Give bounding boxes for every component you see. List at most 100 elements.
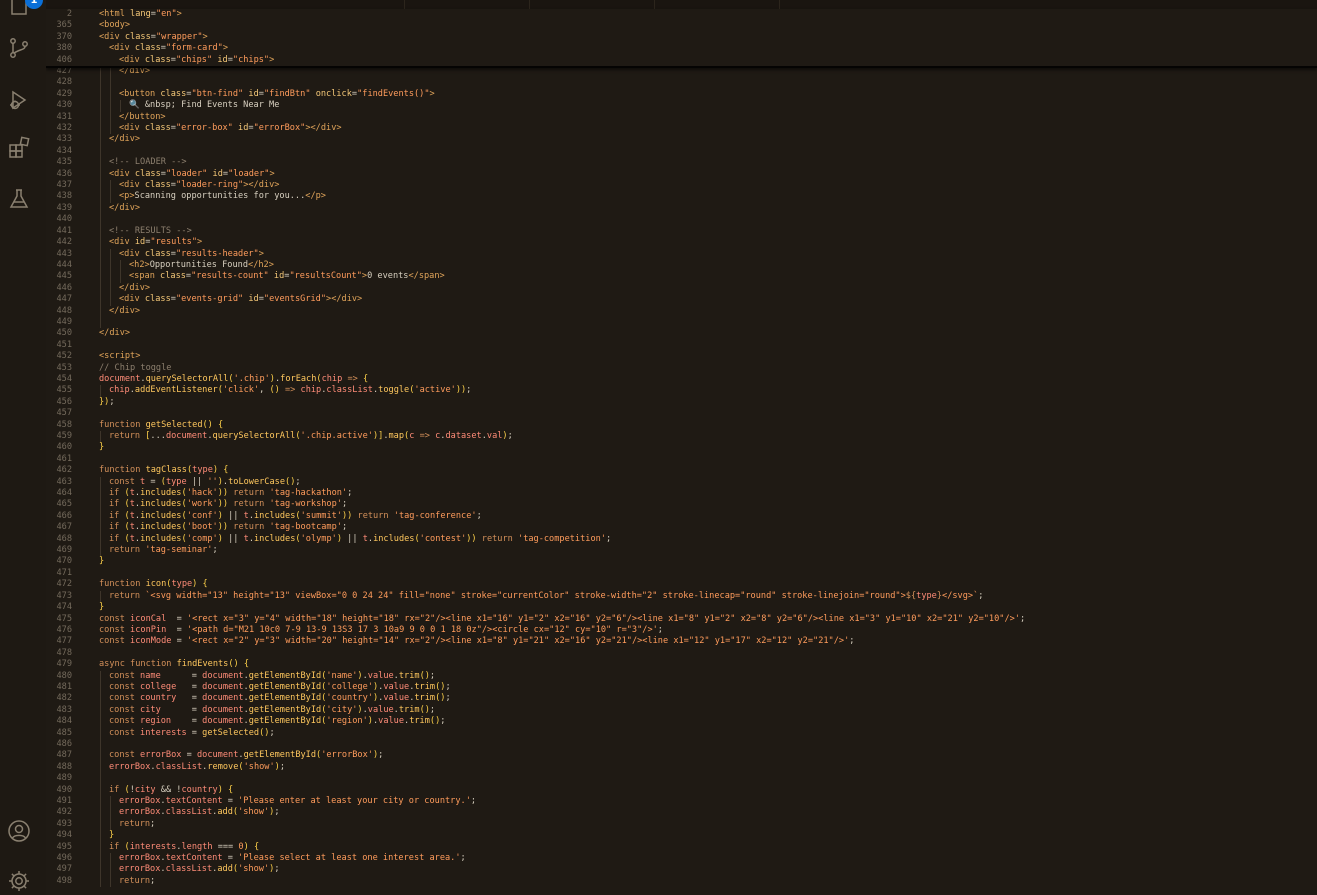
sticky-scroll-header[interactable]: 2 <html lang="en"> 365 <body> 370 <div class=… [46,9,1317,68]
code-line[interactable]: 463 const t = (type || '').toLowerCase(); [46,476,1317,489]
run-debug-icon[interactable] [7,88,31,112]
code-token: includes [373,533,415,544]
code-token: ; [849,636,855,647]
code-line[interactable]: 432 <div class="error-box" id="errorBox">… [46,123,1317,135]
code-line[interactable]: 485 const interests = getSelected(); [46,727,1317,739]
code-line[interactable]: 495 if (interests.length === 0) { [46,841,1317,854]
code-token: "errorBox" [253,123,306,134]
code-token: 🔍 &nbsp; Find Events Near Me [129,100,280,111]
code-line[interactable]: 440 [46,214,1317,226]
code-line[interactable]: 431 </button> [46,111,1317,124]
code-line[interactable]: 487 const errorBox = document.getElementB… [46,750,1317,762]
code-line[interactable]: 441 <!-- RESULTS --> [46,225,1317,238]
code-text: const city = document.getElementById('ci… [109,705,435,716]
code-line[interactable]: 473 return `<svg width="13" height="13" v… [46,590,1317,603]
code-line[interactable]: 461 [46,454,1317,465]
explorer-icon[interactable]: 1 [7,0,43,16]
code-line[interactable]: 434 [46,145,1317,158]
code-line[interactable]: 457 [46,408,1317,419]
code-line[interactable]: 444 <h2>Opportunities Found</h2> [46,259,1317,272]
code-line[interactable]: 471 [46,568,1317,579]
code-line[interactable]: 455 chip.addEventListener('click', () => … [46,385,1317,397]
code-line[interactable]: 442 <div id="results"> [46,237,1317,249]
code-line[interactable]: 488 errorBox.classList.remove('show'); [46,761,1317,774]
code-line[interactable]: 469 return 'tag-seminar'; [46,545,1317,557]
code-line[interactable]: 445 <span class="results-count" id="resul… [46,271,1317,283]
code-line[interactable]: 443 <div class="results-header"> [46,248,1317,260]
code-line[interactable]: 494} [46,830,1317,842]
code-line[interactable]: 476 const iconPin = '<path d="M21 10c0 7-… [46,625,1317,636]
code-line[interactable]: 406 <div class="chips" id="chips"> [46,55,1317,66]
code-token: trim [414,693,436,704]
code-line[interactable]: 486 [46,738,1317,751]
code-line[interactable]: 474} [46,602,1317,613]
code-line[interactable]: 467 if (t.includes('boot')) return 'tag-b… [46,522,1317,534]
code-line[interactable]: 496 errorBox.textContent = 'Please select… [46,853,1317,865]
code-line[interactable]: 365 <body> [46,20,1317,31]
code-line[interactable]: 430 🔍 &nbsp; Find Events Near Me [46,100,1317,112]
code-line[interactable]: 450 </div> [46,328,1317,339]
code-line[interactable]: 478 [46,648,1317,659]
code-line[interactable]: 380 <div class="form-card"> [46,43,1317,54]
code-line[interactable]: 464 if (t.includes('hack')) return 'tag-h… [46,488,1317,500]
code-line[interactable]: 2 <html lang="en"> [46,9,1317,20]
code-line[interactable]: 492 errorBox.classList.add('show'); [46,807,1317,819]
code-line[interactable]: 429 <button class="btn-find" id="findBtn"… [46,88,1317,101]
code-line[interactable]: 477 const iconMode = '<rect x="2" y="3" w… [46,636,1317,647]
source-control-icon[interactable] [7,36,31,60]
indent-guide [100,693,101,705]
code-token: "resultsCount" [289,271,362,282]
code-line[interactable]: 482 const country = document.getElementBy… [46,693,1317,705]
indent-guide [110,88,111,101]
code-line[interactable]: 435 <!-- LOADER --> [46,157,1317,169]
code-line[interactable]: 483 const city = document.getElementById(… [46,704,1317,717]
code-line[interactable]: 370 <div class="wrapper"> [46,32,1317,43]
code-editor[interactable]: 2 <html lang="en"> 365 <body> 370 <div class=… [46,0,1317,895]
code-line[interactable]: 459 return [...document.querySelectorAll(… [46,431,1317,443]
code-line[interactable]: 498 return; [46,875,1317,888]
code-line[interactable]: 428 [46,77,1317,89]
account-icon[interactable] [7,819,31,843]
code-line[interactable]: 484 const region = document.getElementByI… [46,716,1317,728]
code-line[interactable]: 489 [46,773,1317,785]
code-line[interactable]: 493 return; [46,818,1317,831]
code-line[interactable]: 452 <script> [46,351,1317,362]
code-line[interactable]: 470} [46,556,1317,567]
code-line[interactable]: 446 </div> [46,282,1317,295]
code-line[interactable]: 466 if (t.includes('conf') || t.includes(… [46,510,1317,523]
code-line[interactable]: 447 <div class="events-grid" id="eventsGr… [46,294,1317,306]
code-line[interactable]: 462 function tagClass(type) { [46,465,1317,476]
code-line[interactable]: 465 if (t.includes('work')) return 'tag-w… [46,499,1317,511]
code-text: </div> [109,134,140,145]
code-line[interactable]: 475 const iconCal = '<rect x="3" y="4" wi… [46,614,1317,625]
code-line[interactable]: 472 function icon(type) { [46,579,1317,590]
testing-icon[interactable] [7,187,31,211]
code-line[interactable]: 454 document.querySelectorAll('.chip').fo… [46,374,1317,385]
code-line[interactable]: 456}); [46,397,1317,408]
code-lines[interactable]: 427 </div> 428 429 <button class="btn-find" … [46,66,1317,888]
code-line[interactable]: 491 errorBox.textContent = 'Please enter … [46,796,1317,808]
line-number: 429 [56,88,72,99]
code-line[interactable]: 481 const college = document.getElementBy… [46,681,1317,694]
code-line[interactable]: 438 <p>Scanning opportunities for you...<… [46,191,1317,203]
line-number: 451 [56,339,72,350]
code-line[interactable]: 480 const name = document.getElementById(… [46,670,1317,682]
code-token: ${ [905,590,917,601]
code-line[interactable]: 458 function getSelected() { [46,420,1317,431]
code-line[interactable]: 448 </div> [46,305,1317,317]
extensions-icon[interactable] [7,136,31,160]
code-token: </div> [99,328,131,339]
code-line[interactable]: 451 [46,340,1317,351]
code-line[interactable]: 436 <div class="loader" id="loader"> [46,168,1317,181]
code-line[interactable]: 439 </div> [46,202,1317,215]
code-line[interactable]: 437 <div class="loader-ring"></div> [46,180,1317,192]
code-line[interactable]: 468 if (t.includes('comp') || t.includes(… [46,533,1317,546]
code-line[interactable]: 497 errorBox.classList.add('show'); [46,864,1317,876]
code-line[interactable]: 460} [46,442,1317,453]
code-line[interactable]: 479 async function findEvents() { [46,659,1317,670]
code-line[interactable]: 433 </div> [46,134,1317,146]
code-line[interactable]: 490 if (!city && !country) { [46,784,1317,796]
code-line[interactable]: 453 // Chip toggle [46,363,1317,374]
settings-gear-icon[interactable] [7,869,31,893]
code-line[interactable]: 449 [46,316,1317,329]
